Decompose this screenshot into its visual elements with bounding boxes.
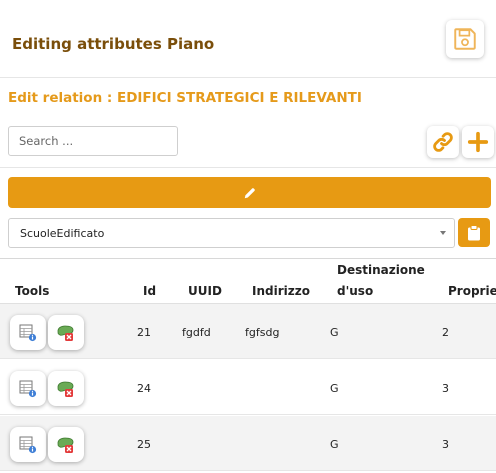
clipboard-icon [468, 224, 480, 240]
chevron-down-icon [440, 231, 446, 235]
table-top-border [0, 258, 496, 259]
relation-select[interactable]: ScuoleEdificato [8, 218, 455, 248]
table-info-icon [19, 324, 37, 341]
link-icon [433, 132, 453, 152]
view-details-button[interactable] [10, 371, 46, 406]
cell-uuid: fgdfd [182, 326, 211, 339]
view-details-button[interactable] [10, 315, 46, 350]
delete-feature-icon [57, 437, 74, 453]
delete-feature-button[interactable] [48, 427, 84, 462]
column-header-uuid: UUID [188, 284, 222, 298]
floppy-disk-icon [454, 28, 476, 50]
column-header-proprieta: Propriet [448, 284, 496, 298]
row-divider [0, 470, 496, 471]
column-header-indirizzo: Indirizzo [252, 284, 310, 298]
add-button[interactable] [462, 126, 494, 158]
cell-id: 24 [137, 382, 151, 395]
table-info-icon [19, 436, 37, 453]
cell-proprieta: 2 [442, 326, 449, 339]
delete-feature-button[interactable] [48, 371, 84, 406]
table-row: 24 G 3 [0, 360, 496, 415]
row-divider [0, 414, 496, 415]
column-header-id: Id [143, 284, 157, 298]
pencil-icon [244, 187, 255, 198]
relation-title: Edit relation : EDIFICI STRATEGICI E RIL… [8, 90, 362, 106]
cell-destinazione: G [330, 438, 339, 451]
row-divider [0, 358, 496, 359]
delete-feature-icon [57, 325, 74, 341]
table-info-icon [19, 380, 37, 397]
delete-feature-button[interactable] [48, 315, 84, 350]
save-button[interactable] [446, 20, 484, 58]
table-row: 21 fgdfd fgfsdg G 2 [0, 304, 496, 359]
relation-select-value: ScuoleEdificato [20, 227, 105, 240]
delete-feature-icon [57, 381, 74, 397]
cell-destinazione: G [330, 382, 339, 395]
table-row: 25 G 3 [0, 416, 496, 471]
cell-proprieta: 3 [442, 382, 449, 395]
divider [0, 167, 496, 168]
column-header-tools: Tools [15, 284, 50, 298]
edit-button[interactable] [8, 177, 491, 208]
column-header-duso: d'uso [337, 284, 374, 298]
cell-id: 25 [137, 438, 151, 451]
column-header-destinazione: Destinazione [337, 263, 425, 277]
link-button[interactable] [427, 126, 459, 158]
plus-icon [467, 131, 489, 153]
search-input[interactable] [8, 126, 178, 156]
header: Editing attributes Piano [0, 0, 496, 78]
cell-id: 21 [137, 326, 151, 339]
cell-proprieta: 3 [442, 438, 449, 451]
page-title: Editing attributes Piano [12, 35, 215, 53]
clipboard-button[interactable] [458, 218, 490, 247]
cell-indirizzo: fgfsdg [245, 326, 280, 339]
cell-destinazione: G [330, 326, 339, 339]
view-details-button[interactable] [10, 427, 46, 462]
